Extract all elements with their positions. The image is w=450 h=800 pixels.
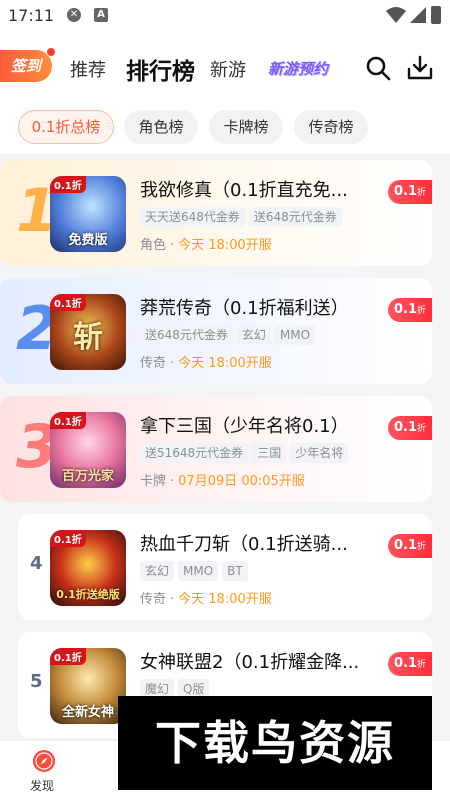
top-header: 签到 推荐 排行榜 新游 新游预约	[0, 32, 450, 102]
game-meta: 角色 · 今天 18:00开服	[140, 238, 272, 253]
game-tag: 三国	[252, 443, 287, 463]
game-ranking-list: 1 0.1折 免费版 我欲修真（0.1折直充免... 天天送648代金券 送648…	[0, 154, 450, 740]
game-meta: 卡牌 · 07月09日 00:05开服	[140, 474, 305, 489]
game-tags: 魔幻 Q版	[140, 678, 213, 699]
x-circle-icon: ✕	[67, 8, 81, 22]
filter-role[interactable]: 角色榜	[124, 110, 198, 144]
discount-unit: 折	[417, 542, 427, 552]
game-icon-caption: 免费版	[68, 233, 108, 248]
game-card[interactable]: 2 0.1折 斩 莽荒传奇（0.1折福利送） 送648元代金券 玄幻 MMO 传奇 ·…	[0, 278, 432, 384]
game-icon-caption: 斩	[73, 320, 103, 355]
discount-unit: 折	[417, 424, 427, 434]
game-tags: 送648元代金券 玄幻 MMO	[140, 324, 319, 345]
discount-unit: 折	[417, 660, 427, 670]
game-card[interactable]: 3 0.1折 百万光家 拿下三国（少年名将0.1） 送51648元代金券 三国 少年…	[0, 396, 432, 502]
tab-recommend[interactable]: 推荐	[70, 56, 106, 82]
game-title[interactable]: 莽荒传奇（0.1折福利送）	[140, 294, 370, 320]
discount-tag: 0.1折	[50, 530, 86, 547]
server-open-time: 今天 18:00开服	[178, 592, 272, 607]
discount-badge[interactable]: 0.1折	[388, 652, 432, 676]
status-bar: 17:11 ✕ A	[0, 0, 450, 32]
signin-label: 签到	[10, 57, 41, 75]
discount-tag: 0.1折	[50, 648, 86, 665]
game-tag: MMO	[178, 561, 219, 581]
discount-tag: 0.1折	[50, 412, 86, 429]
tab-ranking[interactable]: 排行榜	[126, 52, 195, 86]
game-icon[interactable]: 0.1折 0.1折送绝版	[50, 530, 126, 606]
tab-new-game-reservation[interactable]: 新游预约	[268, 58, 328, 79]
discount-tag: 0.1折	[50, 294, 86, 311]
game-tag: 玄幻	[236, 325, 271, 345]
rank-number: 5	[30, 671, 43, 692]
signal-icon	[410, 7, 426, 23]
game-title[interactable]: 我欲修真（0.1折直充免...	[140, 176, 370, 202]
game-icon-caption: 全新女神	[61, 705, 114, 720]
game-title[interactable]: 女神联盟2（0.1折耀金降...	[140, 648, 370, 674]
discount-value: 0.1	[393, 420, 417, 435]
search-icon[interactable]	[364, 54, 392, 82]
server-open-time: 今天 18:00开服	[178, 356, 272, 371]
discount-tag: 0.1折	[50, 176, 86, 193]
discount-value: 0.1	[393, 302, 417, 317]
game-card[interactable]: 4 0.1折 0.1折送绝版 热血千刀斩（0.1折送骑... 玄幻 MMO BT 传…	[18, 514, 432, 620]
filter-legend[interactable]: 传奇榜	[294, 110, 368, 144]
game-icon[interactable]: 0.1折 免费版	[50, 176, 126, 252]
nav-discover-label: 发现	[30, 779, 55, 793]
server-open-time: 07月09日 00:05开服	[178, 474, 305, 489]
discount-unit: 折	[417, 306, 427, 316]
battery-icon	[431, 6, 441, 24]
tab-new-games[interactable]: 新游	[210, 56, 246, 82]
discount-badge[interactable]: 0.1折	[388, 298, 432, 322]
game-tag: BT	[222, 561, 248, 581]
watermark-overlay: 下载鸟资源	[118, 696, 432, 790]
game-meta: 传奇 · 今天 18:00开服	[140, 592, 272, 607]
filter-0-1-total[interactable]: 0.1折总榜	[18, 110, 114, 144]
notification-dot	[46, 47, 56, 57]
filter-card[interactable]: 卡牌榜	[209, 110, 283, 144]
discount-badge[interactable]: 0.1折	[388, 416, 432, 440]
game-tag: 送648元代金券	[140, 325, 233, 345]
compass-icon	[33, 750, 55, 772]
game-category: 传奇	[140, 592, 167, 607]
game-tag: 玄幻	[140, 561, 175, 581]
game-icon[interactable]: 0.1折 百万光家	[50, 412, 126, 488]
game-tag: 天天送648代金券	[140, 207, 245, 227]
game-icon[interactable]: 0.1折 斩	[50, 294, 126, 370]
status-time: 17:11	[8, 6, 55, 25]
game-icon-caption: 0.1折送绝版	[56, 588, 120, 601]
game-category: 传奇	[140, 356, 167, 371]
discount-badge[interactable]: 0.1折	[388, 534, 432, 558]
discount-value: 0.1	[393, 538, 417, 553]
game-icon[interactable]: 0.1折 全新女神	[50, 648, 126, 724]
discount-value: 0.1	[393, 184, 417, 199]
discount-unit: 折	[417, 188, 427, 198]
download-icon[interactable]	[406, 54, 434, 82]
a-box-icon: A	[94, 8, 108, 22]
game-category: 角色	[140, 238, 167, 253]
server-open-time: 今天 18:00开服	[178, 238, 272, 253]
game-tags: 天天送648代金券 送648元代金券	[140, 206, 346, 227]
game-tag: 少年名将	[290, 443, 349, 463]
rank-number: 4	[30, 553, 43, 574]
game-category: 卡牌	[140, 474, 167, 489]
game-tag: MMO	[274, 325, 316, 345]
signin-button[interactable]: 签到	[0, 47, 56, 82]
game-card[interactable]: 1 0.1折 免费版 我欲修真（0.1折直充免... 天天送648代金券 送648…	[0, 160, 432, 266]
discount-value: 0.1	[393, 656, 417, 671]
discount-badge[interactable]: 0.1折	[388, 180, 432, 204]
game-tag: 送51648元代金券	[140, 443, 249, 463]
game-icon-caption: 百万光家	[61, 469, 114, 484]
game-tags: 送51648元代金券 三国 少年名将	[140, 442, 352, 463]
game-title[interactable]: 热血千刀斩（0.1折送骑...	[140, 530, 370, 556]
ranking-filter-bar: 0.1折总榜 角色榜 卡牌榜 传奇榜	[0, 102, 450, 154]
game-title[interactable]: 拿下三国（少年名将0.1）	[140, 412, 370, 438]
game-tag: 送648元代金券	[248, 207, 342, 227]
game-meta: 传奇 · 今天 18:00开服	[140, 356, 272, 371]
wifi-icon	[386, 7, 406, 23]
game-tags: 玄幻 MMO BT	[140, 560, 252, 581]
